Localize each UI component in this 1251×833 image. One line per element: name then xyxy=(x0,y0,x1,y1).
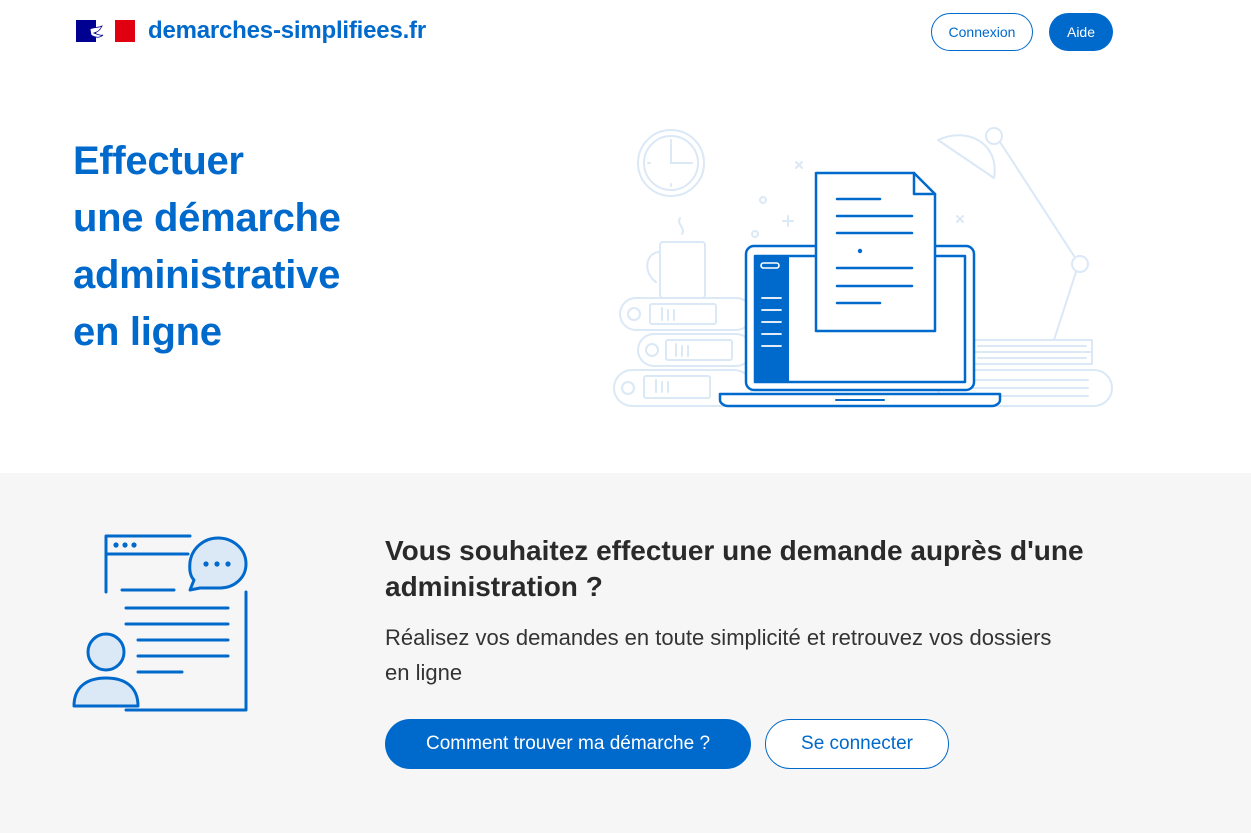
connect-button[interactable]: Se connecter xyxy=(765,719,949,769)
marianne-flag-icon[interactable] xyxy=(76,20,135,42)
find-procedure-button[interactable]: Comment trouver ma démarche ? xyxy=(385,719,751,769)
form-chat-user-illustration xyxy=(72,534,248,712)
band-title: Vous souhaitez effectuer une demande aup… xyxy=(385,535,1084,602)
hero-title: Effectuer une démarche administrative en… xyxy=(73,133,493,361)
site-brand-link[interactable]: demarches-simplifiees.fr xyxy=(148,17,426,45)
hero-title-line: administrative xyxy=(73,253,341,297)
hero-title-line: en ligne xyxy=(73,310,222,354)
hero-title-line: Effectuer xyxy=(73,139,244,183)
band-subtitle: Réalisez vos demandes en toute simplicit… xyxy=(385,625,1052,685)
laptop-document-illustration xyxy=(613,127,1113,408)
hero-title-line: une démarche xyxy=(73,196,341,240)
help-button[interactable]: Aide xyxy=(1049,13,1113,51)
login-button[interactable]: Connexion xyxy=(931,13,1033,51)
site-header: demarches-simplifiees.fr Connexion Aide xyxy=(0,0,1251,64)
